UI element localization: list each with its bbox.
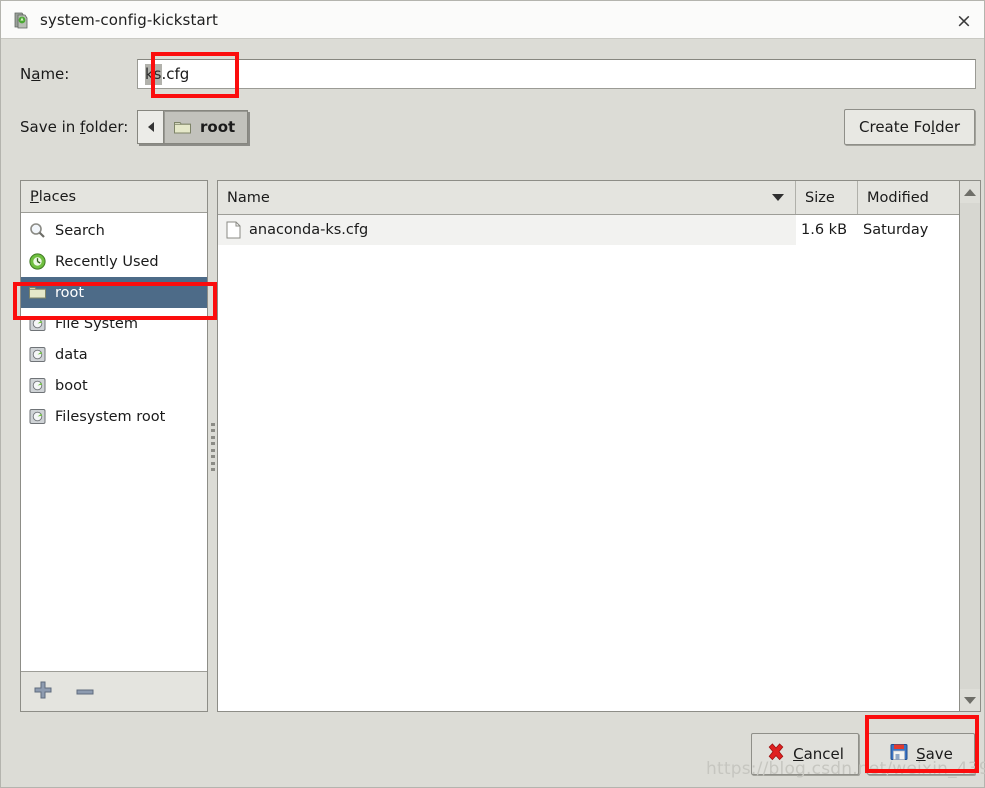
file-list-scrollbar[interactable] — [959, 180, 981, 712]
breadcrumb-label: root — [200, 118, 236, 136]
column-header-modified-label: Modified — [867, 189, 929, 206]
search-icon — [28, 221, 47, 240]
places-item-boot[interactable]: boot — [21, 370, 207, 401]
places-item-data[interactable]: data — [21, 339, 207, 370]
places-item-label: root — [55, 284, 85, 301]
folder-row: Save in folder: root — [1, 106, 984, 148]
floppy-save-icon — [889, 742, 909, 766]
scroll-up-icon[interactable] — [960, 181, 980, 203]
cancel-label: Cancel — [793, 745, 844, 763]
places-item-label: File System — [55, 315, 138, 332]
save-label: Save — [916, 745, 953, 763]
create-folder-button[interactable]: Create Fo l der — [844, 109, 975, 145]
file-list-header: Name Size Modified — [218, 181, 966, 215]
sort-descending-icon — [772, 194, 784, 201]
app-icon — [11, 10, 31, 30]
places-item-recently-used[interactable]: Recently Used — [21, 246, 207, 277]
places-list: Search Recently Used root File System da… — [21, 213, 207, 671]
drive-icon — [28, 314, 47, 333]
places-item-search[interactable]: Search — [21, 215, 207, 246]
table-row[interactable]: anaconda-ks.cfg 1.6 kB Saturday — [218, 215, 966, 245]
recent-icon — [28, 252, 47, 271]
places-item-label: Search — [55, 222, 105, 239]
places-item-label: boot — [55, 377, 88, 394]
dialog-actions: Cancel Save — [751, 733, 975, 775]
file-name-label: anaconda-ks.cfg — [249, 222, 369, 238]
document-icon — [226, 221, 241, 239]
folder-icon — [28, 283, 47, 302]
file-name-cell: anaconda-ks.cfg — [218, 215, 796, 245]
column-header-size[interactable]: Size — [796, 181, 858, 214]
places-item-label: Filesystem root — [55, 408, 166, 425]
places-item-label: data — [55, 346, 88, 363]
name-input-selection: ks — [145, 63, 162, 85]
name-input-rest: .cfg — [161, 65, 190, 83]
drive-icon — [28, 407, 47, 426]
cancel-button[interactable]: Cancel — [751, 733, 859, 775]
plus-icon[interactable] — [33, 680, 53, 704]
name-label: Name: — [20, 65, 70, 83]
places-item-root[interactable]: root — [21, 277, 207, 308]
column-header-modified[interactable]: Modified — [858, 181, 966, 214]
name-input[interactable]: ks .cfg — [137, 59, 976, 89]
folder-label: Save in folder: — [20, 118, 129, 136]
places-item-file-system[interactable]: File System — [21, 308, 207, 339]
save-file-dialog: system-config-kickstart × Name: ks .cfg S… — [0, 0, 985, 788]
breadcrumb-item-root[interactable]: root — [163, 110, 249, 144]
close-icon[interactable]: × — [952, 9, 976, 33]
places-panel: Places Search Recently Used root File Sy… — [20, 180, 208, 712]
breadcrumb: root — [137, 110, 249, 144]
column-header-name[interactable]: Name — [218, 181, 796, 214]
file-modified-cell: Saturday — [858, 215, 966, 245]
drive-icon — [28, 345, 47, 364]
cancel-x-icon — [766, 742, 786, 766]
places-header: Places — [21, 181, 207, 213]
chevron-left-icon[interactable] — [137, 110, 163, 144]
places-item-filesystem-root[interactable]: Filesystem root — [21, 401, 207, 432]
minus-icon[interactable] — [75, 684, 95, 700]
file-list: Name Size Modified anaconda-ks.cfg 1.6 k… — [217, 180, 967, 712]
panel-splitter-handle[interactable] — [209, 421, 217, 473]
save-button[interactable]: Save — [867, 733, 975, 775]
column-header-size-label: Size — [805, 189, 835, 206]
places-item-label: Recently Used — [55, 253, 159, 270]
drive-icon — [28, 376, 47, 395]
column-header-name-label: Name — [227, 189, 270, 206]
places-footer — [21, 671, 207, 711]
scroll-down-icon[interactable] — [960, 689, 980, 711]
name-row: Name: ks .cfg — [1, 53, 984, 95]
window-title: system-config-kickstart — [40, 10, 218, 29]
titlebar: system-config-kickstart × — [1, 1, 984, 39]
file-size-cell: 1.6 kB — [796, 215, 858, 245]
folder-icon — [173, 118, 192, 137]
file-list-body: anaconda-ks.cfg 1.6 kB Saturday — [218, 215, 966, 711]
